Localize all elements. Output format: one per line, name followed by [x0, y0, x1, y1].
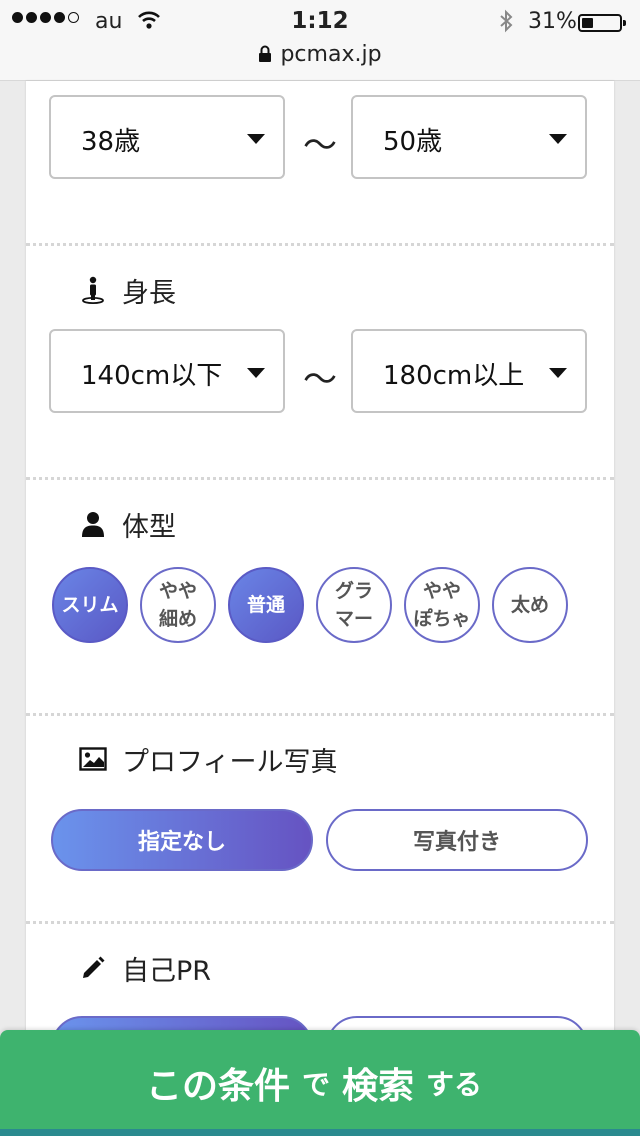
- search-button-text: する: [426, 1068, 483, 1101]
- range-separator: 〜: [303, 360, 337, 400]
- battery-percentage: 31%: [528, 9, 577, 34]
- height-to-select[interactable]: 180cm以上: [351, 329, 587, 413]
- body-type-option-glamorous[interactable]: グラ マー: [316, 567, 392, 643]
- body-type-section-title: 体型: [78, 506, 176, 543]
- url-text: pcmax.jp: [280, 42, 382, 67]
- height-label: 身長: [122, 277, 176, 309]
- photo-label: プロフィール写真: [122, 746, 338, 778]
- body-type-label: 体型: [122, 511, 176, 543]
- photo-option-with-photo[interactable]: 写真付き: [326, 809, 588, 871]
- height-to-value: 180cm以上: [383, 361, 525, 391]
- url-bar[interactable]: pcmax.jp: [0, 42, 640, 69]
- height-from-value: 140cm以下: [81, 361, 223, 391]
- search-with-conditions-button[interactable]: この条件 で 検索 する: [0, 1030, 640, 1136]
- bluetooth-icon: [498, 9, 514, 39]
- body-type-option-heavy[interactable]: 太め: [492, 567, 568, 643]
- caret-down-icon: [549, 368, 567, 378]
- age-from-value: 38歳: [81, 127, 141, 157]
- person-standing-icon: [78, 275, 108, 305]
- body-type-option-slightly-chubby[interactable]: やや ぽちゃ: [404, 567, 480, 643]
- age-to-select[interactable]: 50歳: [351, 95, 587, 179]
- body-type-option-label: やや 細め: [158, 580, 197, 630]
- photo-option-unspecified[interactable]: 指定なし: [51, 809, 313, 871]
- body-type-option-label: グラ マー: [334, 580, 373, 630]
- age-from-select[interactable]: 38歳: [49, 95, 285, 179]
- image-icon: [78, 744, 108, 774]
- status-bar: au 1:12 31% pcmax.jp: [0, 0, 640, 81]
- section-divider: [26, 243, 614, 246]
- battery-icon: [578, 14, 626, 32]
- search-button-text: 検索: [342, 1066, 415, 1107]
- search-button-text: で: [301, 1068, 330, 1101]
- body-type-option-slightly-thin[interactable]: やや 細め: [140, 567, 216, 643]
- body-type-option-label: 太め: [510, 594, 549, 616]
- caret-down-icon: [247, 368, 265, 378]
- body-type-option-label: やや ぽちゃ: [413, 580, 471, 630]
- pencil-icon: [78, 953, 108, 983]
- range-separator: 〜: [303, 126, 337, 166]
- body-type-option-normal[interactable]: 普通: [228, 567, 304, 643]
- section-divider: [26, 477, 614, 480]
- photo-section-title: プロフィール写真: [78, 741, 338, 778]
- caret-down-icon: [549, 134, 567, 144]
- body-type-option-label: スリム: [61, 594, 119, 616]
- self-pr-section-title: 自己PR: [78, 950, 212, 987]
- height-section-title: 身長: [78, 272, 176, 309]
- section-divider: [26, 713, 614, 716]
- button-bottom-edge: [0, 1129, 640, 1136]
- lock-icon: [258, 44, 272, 69]
- photo-option-label: 写真付き: [412, 830, 501, 855]
- photo-option-label: 指定なし: [137, 830, 226, 855]
- search-button-text: この条件: [145, 1066, 290, 1107]
- body-type-option-label: 普通: [246, 594, 285, 616]
- caret-down-icon: [247, 134, 265, 144]
- age-to-value: 50歳: [383, 127, 443, 157]
- self-pr-label: 自己PR: [122, 955, 212, 987]
- height-from-select[interactable]: 140cm以下: [49, 329, 285, 413]
- section-divider: [26, 921, 614, 924]
- body-type-option-slim[interactable]: スリム: [52, 567, 128, 643]
- user-icon: [78, 509, 108, 539]
